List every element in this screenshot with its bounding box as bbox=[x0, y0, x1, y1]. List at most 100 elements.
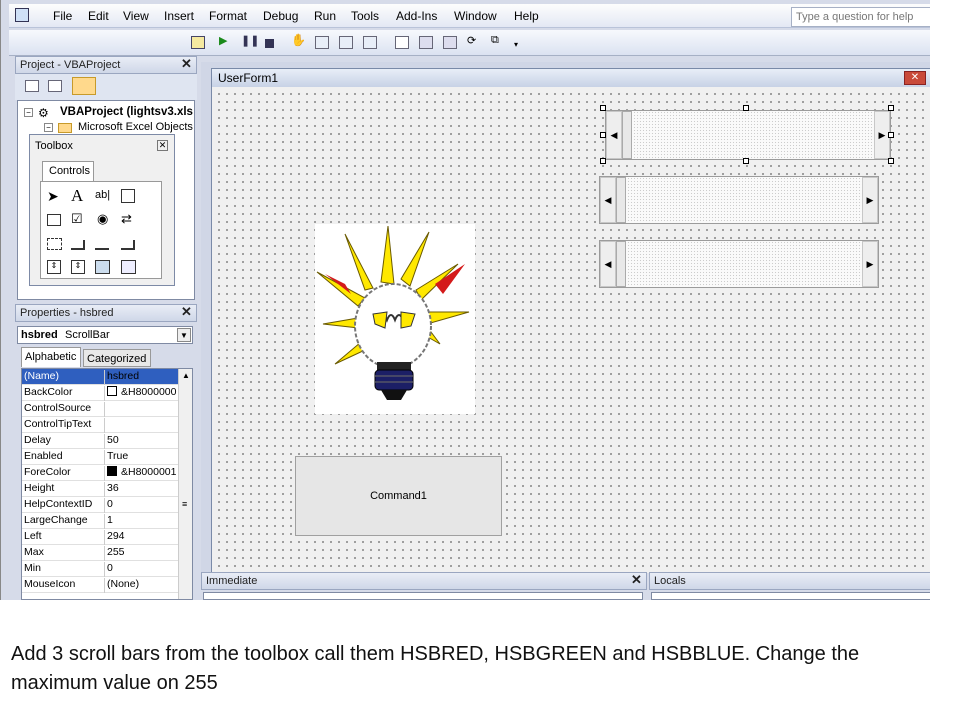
properties-window-icon[interactable] bbox=[339, 36, 353, 49]
ungroup-icon[interactable]: ⧉ bbox=[491, 34, 505, 47]
view-object-icon[interactable] bbox=[48, 80, 62, 92]
scroll-thumb-grip[interactable]: ≡ bbox=[182, 499, 187, 509]
label-icon[interactable]: A bbox=[71, 186, 83, 206]
property-value[interactable]: (None) bbox=[104, 578, 178, 593]
property-row[interactable]: Height 36 bbox=[22, 481, 178, 497]
scroll-thumb[interactable] bbox=[616, 241, 626, 287]
property-value[interactable]: 0 bbox=[104, 562, 178, 577]
property-row[interactable]: ControlTipText bbox=[22, 417, 178, 433]
menu-run[interactable]: Run bbox=[314, 9, 336, 23]
selection-handle[interactable] bbox=[600, 158, 606, 164]
property-row[interactable]: ForeColor &H8000001 bbox=[22, 465, 178, 481]
tab-controls[interactable]: Controls bbox=[42, 161, 94, 181]
property-value[interactable]: &H8000000 bbox=[104, 386, 178, 401]
close-icon[interactable]: ✕ bbox=[180, 305, 193, 319]
project-explorer-icon[interactable] bbox=[315, 36, 329, 49]
toolbar-options-icon[interactable]: ▾ bbox=[514, 40, 528, 53]
property-row[interactable]: HelpContextID 0 bbox=[22, 497, 178, 513]
property-row[interactable]: BackColor &H8000000 bbox=[22, 385, 178, 401]
group-icon[interactable]: ⟳ bbox=[467, 34, 481, 47]
property-row[interactable]: (Name) hsbred bbox=[22, 369, 178, 385]
toggle-button-icon[interactable]: ⇄ bbox=[121, 211, 132, 227]
design-mode-icon[interactable] bbox=[191, 36, 205, 49]
property-value[interactable]: &H8000001 bbox=[104, 466, 178, 481]
tab-order-icon[interactable] bbox=[419, 36, 433, 49]
property-value[interactable]: 36 bbox=[104, 482, 178, 497]
run-icon[interactable]: ▶ bbox=[219, 34, 233, 47]
scroll-right-icon[interactable]: ▶ bbox=[862, 177, 878, 223]
selection-handle[interactable] bbox=[888, 132, 894, 138]
menu-view[interactable]: View bbox=[123, 9, 149, 23]
excel-view-icon[interactable] bbox=[15, 8, 29, 22]
scroll-track[interactable] bbox=[627, 241, 863, 287]
property-value[interactable]: True bbox=[104, 450, 178, 465]
property-value[interactable]: 0 bbox=[104, 498, 178, 513]
menu-file[interactable]: File bbox=[53, 9, 72, 23]
align-icon[interactable] bbox=[443, 36, 457, 49]
selection-handle[interactable] bbox=[888, 158, 894, 164]
frame-icon[interactable] bbox=[47, 238, 62, 250]
checkbox-icon[interactable]: ☑ bbox=[71, 211, 83, 227]
immediate-window[interactable] bbox=[203, 592, 643, 600]
scroll-left-icon[interactable]: ◀ bbox=[600, 241, 616, 287]
command1-button[interactable]: Command1 bbox=[295, 456, 502, 536]
tab-categorized[interactable]: Categorized bbox=[83, 349, 151, 367]
close-icon[interactable]: ✕ bbox=[904, 71, 926, 85]
property-value[interactable]: hsbred bbox=[104, 370, 178, 385]
toggle-folders-icon[interactable] bbox=[72, 77, 96, 95]
menu-addins[interactable]: Add-Ins bbox=[396, 9, 437, 23]
close-icon[interactable]: ✕ bbox=[630, 573, 643, 587]
tab-alphabetic[interactable]: Alphabetic bbox=[21, 347, 81, 367]
scroll-track[interactable] bbox=[633, 111, 875, 159]
hsbblue-scrollbar[interactable]: ◀ ▶ bbox=[599, 240, 879, 288]
scroll-track[interactable] bbox=[627, 177, 863, 223]
command-button-icon[interactable] bbox=[71, 240, 85, 250]
hsbred-scrollbar[interactable]: ◀ ▶ bbox=[605, 110, 891, 160]
menu-format[interactable]: Format bbox=[209, 9, 247, 23]
property-value[interactable] bbox=[104, 418, 178, 433]
property-row[interactable]: LargeChange 1 bbox=[22, 513, 178, 529]
hsbgreen-scrollbar[interactable]: ◀ ▶ bbox=[599, 176, 879, 224]
scroll-left-icon[interactable]: ◀ bbox=[606, 111, 622, 159]
property-value[interactable]: 294 bbox=[104, 530, 178, 545]
tabstrip-icon[interactable] bbox=[95, 240, 109, 250]
properties-scrollbar[interactable]: ▲ ≡ bbox=[178, 369, 192, 599]
view-code-icon[interactable] bbox=[25, 80, 39, 92]
menu-edit[interactable]: Edit bbox=[88, 9, 109, 23]
listbox-icon[interactable] bbox=[47, 214, 61, 226]
property-row[interactable]: Enabled True bbox=[22, 449, 178, 465]
textbox-icon[interactable]: ab| bbox=[95, 189, 110, 201]
stop-icon[interactable] bbox=[265, 39, 274, 48]
collapse-icon[interactable]: − bbox=[44, 123, 53, 132]
combobox-icon[interactable] bbox=[121, 189, 135, 203]
tree-node-vbaproject[interactable]: VBAProject (lightsv3.xls bbox=[60, 106, 193, 118]
collapse-icon[interactable]: − bbox=[24, 108, 33, 117]
property-row[interactable]: Max 255 bbox=[22, 545, 178, 561]
multipage-icon[interactable] bbox=[121, 240, 135, 250]
close-icon[interactable]: ✕ bbox=[157, 140, 168, 151]
menu-tools[interactable]: Tools bbox=[351, 9, 379, 23]
menu-debug[interactable]: Debug bbox=[263, 9, 298, 23]
property-value[interactable]: 1 bbox=[104, 514, 178, 529]
spinbutton-icon[interactable]: ⇕ bbox=[71, 260, 85, 274]
property-row[interactable]: Min 0 bbox=[22, 561, 178, 577]
selection-handle[interactable] bbox=[743, 158, 749, 164]
refedit-icon[interactable] bbox=[121, 260, 136, 274]
property-row[interactable]: ControlSource bbox=[22, 401, 178, 417]
scroll-thumb[interactable] bbox=[616, 177, 626, 223]
property-row[interactable]: MouseIcon (None) bbox=[22, 577, 178, 593]
pointer-icon[interactable]: ➤ bbox=[47, 188, 59, 205]
menu-window[interactable]: Window bbox=[454, 9, 497, 23]
scroll-right-icon[interactable]: ▶ bbox=[862, 241, 878, 287]
option-button-icon[interactable]: ◉ bbox=[97, 211, 108, 227]
hand-icon[interactable]: ✋ bbox=[291, 33, 306, 47]
image-icon[interactable] bbox=[95, 260, 110, 274]
light-bulb-image[interactable] bbox=[315, 224, 475, 414]
scroll-left-icon[interactable]: ◀ bbox=[600, 177, 616, 223]
menu-insert[interactable]: Insert bbox=[164, 9, 194, 23]
property-value[interactable]: 50 bbox=[104, 434, 178, 449]
selection-handle[interactable] bbox=[600, 132, 606, 138]
selection-handle[interactable] bbox=[888, 105, 894, 111]
selection-handle[interactable] bbox=[600, 105, 606, 111]
object-selector[interactable]: hsbred ScrollBar ▼ bbox=[17, 326, 193, 344]
